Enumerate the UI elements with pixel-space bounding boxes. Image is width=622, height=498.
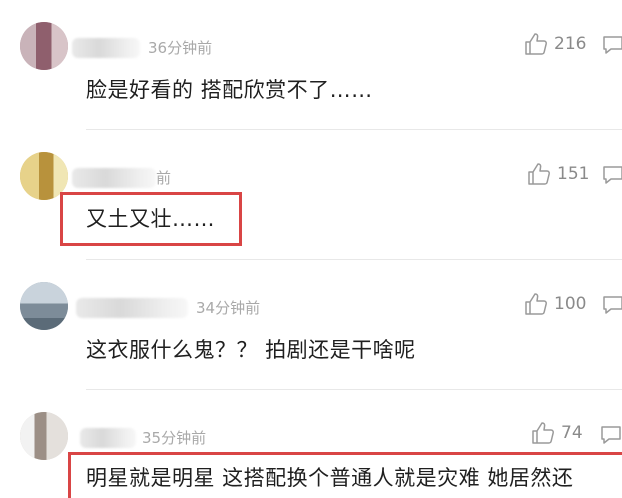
comment-item: 35分钟前 74 明星就是明星 这搭配换个普通人就是灾难 她居然还	[0, 390, 622, 498]
comment-item: 36分钟前 216 脸是好看的 搭配欣赏不了……	[0, 0, 622, 130]
comment-text: 这衣服什么鬼？？ 拍剧还是干啥呢	[86, 338, 416, 362]
comment-text: 脸是好看的 搭配欣赏不了……	[86, 78, 373, 102]
comment-time: 前	[156, 169, 172, 187]
comment-bubble-icon[interactable]	[600, 424, 622, 446]
avatar-pixelated-image	[20, 412, 68, 460]
thumbs-up-icon	[525, 33, 547, 55]
comment-text: 又土又壮……	[86, 207, 215, 231]
avatar[interactable]	[20, 282, 68, 330]
avatar-pixelated-image	[20, 22, 68, 70]
like-count: 216	[554, 34, 587, 54]
comment-text: 明星就是明星 这搭配换个普通人就是灾难 她居然还	[86, 466, 574, 490]
username-blurred[interactable]	[80, 428, 136, 448]
username-blurred[interactable]	[72, 38, 140, 58]
username-blurred[interactable]	[72, 168, 156, 188]
thumbs-up-icon	[532, 422, 554, 444]
avatar[interactable]	[20, 412, 68, 460]
comment-time: 34分钟前	[196, 299, 261, 317]
avatar-pixelated-image	[20, 282, 68, 330]
avatar[interactable]	[20, 22, 68, 70]
thumbs-up-icon	[528, 163, 550, 185]
thumbs-up-icon	[525, 293, 547, 315]
like-count: 151	[557, 164, 590, 184]
comment-time: 35分钟前	[142, 429, 207, 447]
comment-item: 前 151 又土又壮……	[0, 130, 622, 260]
like-count: 100	[554, 294, 587, 314]
like-count: 74	[561, 423, 583, 443]
comment-bubble-icon[interactable]	[602, 34, 622, 56]
username-blurred[interactable]	[76, 298, 188, 318]
comment-item: 34分钟前 100 这衣服什么鬼？？ 拍剧还是干啥呢	[0, 260, 622, 390]
comment-bubble-icon[interactable]	[602, 164, 622, 186]
comment-bubble-icon[interactable]	[602, 294, 622, 316]
comment-time: 36分钟前	[148, 39, 213, 57]
